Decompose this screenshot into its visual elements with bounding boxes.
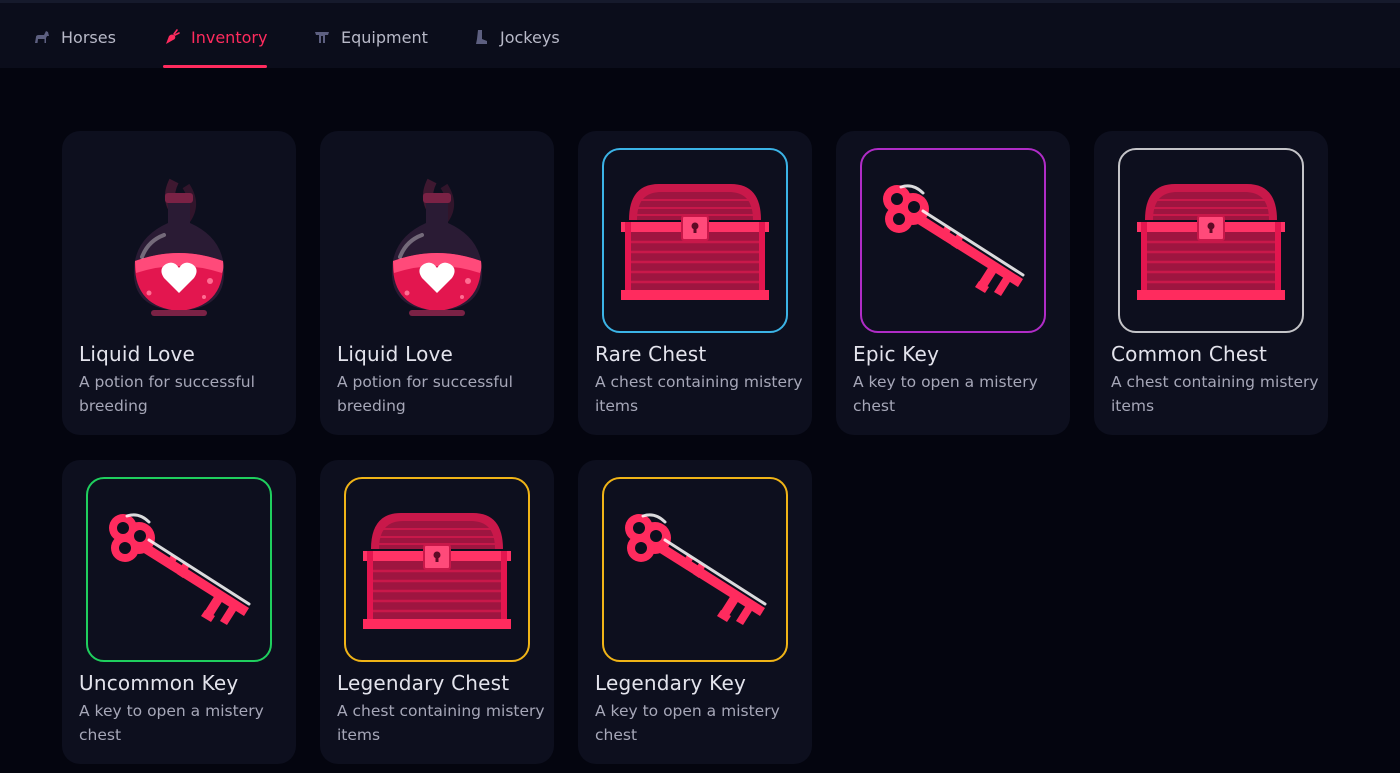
boot-icon	[476, 30, 487, 44]
item-description: A key to open a mistery chest	[79, 702, 264, 744]
inventory-item-card[interactable]: Rare Chest A chest containing mistery ite…	[578, 131, 812, 435]
inventory-item-card[interactable]: Liquid Love A potion for successful breed…	[320, 131, 554, 435]
chest-icon	[1137, 183, 1285, 300]
tab-equipment-label: Equipment	[341, 27, 428, 47]
tab-inventory-label: Inventory	[191, 27, 268, 47]
carrot-icon	[166, 29, 180, 44]
tab-horses[interactable]: Horses	[33, 6, 116, 68]
horse-icon	[35, 31, 49, 43]
item-description: A key to open a mistery chest	[595, 702, 780, 744]
key-icon	[109, 512, 251, 625]
saddle-icon	[315, 32, 329, 43]
item-image-frame	[344, 148, 530, 333]
item-name: Common Chest	[1111, 342, 1268, 366]
item-name: Uncommon Key	[79, 671, 239, 695]
tab-horses-label: Horses	[61, 27, 116, 47]
inventory-item-card[interactable]: Liquid Love A potion for successful breed…	[62, 131, 296, 435]
inventory-item-card[interactable]: Uncommon Key A key to open a mistery ches…	[62, 460, 296, 764]
item-name: Rare Chest	[595, 342, 707, 366]
item-name: Legendary Chest	[337, 671, 510, 695]
tab-inventory[interactable]: Inventory	[163, 6, 268, 68]
item-description: A chest containing mistery items	[1111, 373, 1319, 415]
top-nav-bar: Horses Inventory Equipment Jockeys	[0, 0, 1400, 68]
chest-icon	[363, 512, 511, 629]
item-image-frame	[1118, 148, 1304, 333]
item-description: A key to open a mistery chest	[853, 373, 1038, 415]
item-image-frame	[86, 477, 272, 662]
potion-icon	[391, 178, 483, 316]
tab-jockeys[interactable]: Jockeys	[472, 6, 560, 68]
item-image-frame	[602, 477, 788, 662]
item-image-frame	[344, 477, 530, 662]
tab-equipment[interactable]: Equipment	[313, 6, 428, 68]
item-name: Epic Key	[853, 342, 940, 366]
inventory-item-card[interactable]: Common Chest A chest containing mistery i…	[1094, 131, 1328, 435]
item-description: A potion for successful breeding	[79, 373, 255, 415]
item-image-frame	[860, 148, 1046, 333]
item-description: A potion for successful breeding	[337, 373, 513, 415]
key-icon	[883, 183, 1025, 296]
inventory-item-card[interactable]: Legendary Chest A chest containing mister…	[320, 460, 554, 764]
item-image-frame	[86, 148, 272, 333]
item-name: Legendary Key	[595, 671, 746, 695]
item-image-frame	[602, 148, 788, 333]
inventory-item-card[interactable]: Legendary Key A key to open a mistery che…	[578, 460, 812, 764]
potion-icon	[133, 178, 225, 316]
item-description: A chest containing mistery items	[337, 702, 545, 744]
item-description: A chest containing mistery items	[595, 373, 803, 415]
item-name: Liquid Love	[79, 342, 196, 366]
key-icon	[625, 512, 767, 625]
inventory-item-card[interactable]: Epic Key A key to open a mistery chest	[836, 131, 1070, 435]
item-name: Liquid Love	[337, 342, 454, 366]
chest-icon	[621, 183, 769, 300]
tab-jockeys-label: Jockeys	[500, 27, 560, 47]
